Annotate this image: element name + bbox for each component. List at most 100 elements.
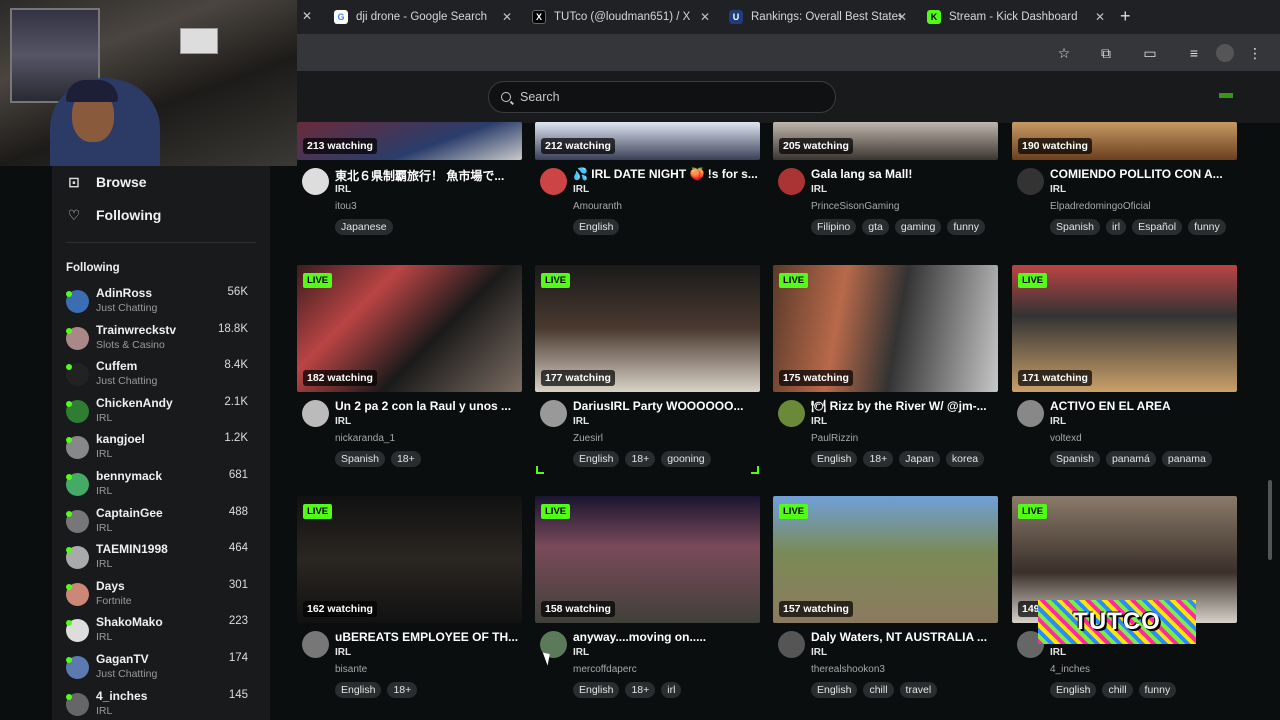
stream-category[interactable]: IRL <box>335 184 351 195</box>
stream-thumbnail[interactable]: LIVE 175 watching <box>773 265 998 392</box>
stream-thumbnail[interactable]: LIVE 157 watching <box>773 496 998 623</box>
tag-chip[interactable]: gta <box>862 219 889 235</box>
streamer-name[interactable]: nickaranda_1 <box>335 433 395 444</box>
followed-channel[interactable]: Days Fortnite 301 <box>66 579 252 613</box>
tag-chip[interactable]: panama <box>1161 451 1212 467</box>
media-icon[interactable]: ≡ <box>1185 44 1203 62</box>
stream-thumbnail[interactable]: 205 watching <box>773 122 998 160</box>
followed-channel[interactable]: ChickenAndy IRL 2.1K <box>66 396 252 430</box>
stream-title[interactable]: COMIENDO POLLITO CON A... <box>1050 167 1235 181</box>
stream-thumbnail[interactable]: LIVE 177 watching <box>535 265 760 392</box>
menu-icon[interactable]: ⋮ <box>1246 44 1264 62</box>
extensions-icon[interactable]: ⧉ <box>1097 44 1115 62</box>
tag-chip[interactable]: English <box>335 682 382 698</box>
tag-chip[interactable]: 18+ <box>625 451 656 467</box>
toggle-indicator[interactable] <box>1219 93 1233 98</box>
tag-chip[interactable]: chill <box>1102 682 1133 698</box>
streamer-name[interactable]: Amouranth <box>573 201 622 212</box>
streamer-name[interactable]: mercoffdaperc <box>573 664 637 675</box>
streamer-avatar[interactable] <box>1017 400 1044 427</box>
stream-thumbnail[interactable]: 213 watching <box>297 122 522 160</box>
new-tab-icon[interactable]: + <box>1120 6 1131 27</box>
search-input[interactable]: Search <box>488 81 836 113</box>
tag-chip[interactable]: 18+ <box>387 682 418 698</box>
tag-chip[interactable]: gooning <box>661 451 711 467</box>
tab-rankings[interactable]: U Rankings: Overall Best States ✕ <box>721 4 911 30</box>
streamer-avatar[interactable] <box>540 168 567 195</box>
stream-category[interactable]: IRL <box>573 184 589 195</box>
stream-thumbnail[interactable]: LIVE 182 watching <box>297 265 522 392</box>
tag-chip[interactable]: chill <box>863 682 894 698</box>
stream-title[interactable]: Un 2 pa 2 con la Raul y unos ... <box>335 399 520 413</box>
tag-chip[interactable]: funny <box>1138 682 1177 698</box>
stream-category[interactable]: IRL <box>811 184 827 195</box>
streamer-avatar[interactable] <box>778 631 805 658</box>
stream-thumbnail[interactable]: 212 watching <box>535 122 760 160</box>
nav-following[interactable]: ♡ Following <box>66 204 162 226</box>
streamer-name[interactable]: 4_inches <box>1050 664 1090 675</box>
page-scrollbar[interactable] <box>1268 480 1272 560</box>
tag-chip[interactable]: Spanish <box>335 451 385 467</box>
streamer-name[interactable]: itou3 <box>335 201 357 212</box>
tag-chip[interactable]: Español <box>1132 219 1183 235</box>
streamer-avatar[interactable] <box>302 631 329 658</box>
streamer-name[interactable]: PrinceSisonGaming <box>811 201 899 212</box>
stream-title[interactable]: ACTIVO EN EL AREA <box>1050 399 1235 413</box>
close-icon[interactable]: ✕ <box>302 9 312 23</box>
stream-thumbnail[interactable]: LIVE 171 watching <box>1012 265 1237 392</box>
streamer-avatar[interactable] <box>778 168 805 195</box>
tag-chip[interactable]: English <box>811 451 858 467</box>
streamer-name[interactable]: therealshookon3 <box>811 664 885 675</box>
stream-title[interactable]: 💦 IRL DATE NIGHT 🍑 !s for s... <box>573 167 758 181</box>
stream-category[interactable]: IRL <box>573 416 589 427</box>
followed-channel[interactable]: bennymack IRL 681 <box>66 469 252 503</box>
followed-channel[interactable]: GaganTV Just Chatting 174 <box>66 652 252 686</box>
tag-chip[interactable]: 18+ <box>390 451 421 467</box>
tag-chip[interactable]: Spanish <box>1050 219 1100 235</box>
tab-kick-dashboard[interactable]: K Stream - Kick Dashboard ✕ <box>919 4 1109 30</box>
tag-chip[interactable]: English <box>573 219 620 235</box>
close-icon[interactable]: ✕ <box>1095 10 1105 24</box>
nav-browse[interactable]: ⊡ Browse <box>66 171 146 193</box>
tag-chip[interactable]: English <box>811 682 858 698</box>
followed-channel[interactable]: CaptainGee IRL 488 <box>66 506 252 540</box>
stream-title[interactable]: 🍽 Rizz by the River W/ @jm-... <box>811 399 996 413</box>
streamer-name[interactable]: PaulRizzin <box>811 433 858 444</box>
close-icon[interactable]: ✕ <box>502 10 512 24</box>
followed-channel[interactable]: kangjoel IRL 1.2K <box>66 432 252 466</box>
streamer-avatar[interactable] <box>302 168 329 195</box>
stream-title[interactable]: Gala lang sa Mall! <box>811 167 996 181</box>
tag-chip[interactable]: English <box>1050 682 1097 698</box>
stream-title[interactable]: 東北６県制覇旅行！ 魚市場で... <box>335 167 520 184</box>
tag-chip[interactable]: Spanish <box>1050 451 1100 467</box>
followed-channel[interactable]: 4_inches IRL 145 <box>66 689 252 720</box>
streamer-avatar[interactable] <box>778 400 805 427</box>
tag-chip[interactable]: korea <box>945 451 985 467</box>
tab-google-search[interactable]: G dji drone - Google Search ✕ <box>326 4 516 30</box>
tag-chip[interactable]: 18+ <box>863 451 894 467</box>
followed-channel[interactable]: Cuffem Just Chatting 8.4K <box>66 359 252 393</box>
tag-chip[interactable]: irl <box>1105 219 1127 235</box>
followed-channel[interactable]: TAEMIN1998 IRL 464 <box>66 542 252 576</box>
streamer-name[interactable]: voltexd <box>1050 433 1082 444</box>
cast-icon[interactable]: ▭ <box>1141 44 1159 62</box>
stream-thumbnail[interactable]: LIVE 158 watching <box>535 496 760 623</box>
tag-chip[interactable]: panamá <box>1105 451 1156 467</box>
tag-chip[interactable]: funny <box>1188 219 1226 235</box>
stream-thumbnail[interactable]: 190 watching <box>1012 122 1237 160</box>
tag-chip[interactable]: English <box>573 682 620 698</box>
stream-title[interactable]: DariusIRL Party WOOOOOO... <box>573 399 758 413</box>
tag-chip[interactable]: Japanese <box>335 219 393 235</box>
profile-avatar[interactable] <box>1216 44 1234 62</box>
tag-chip[interactable]: 18+ <box>625 682 656 698</box>
star-icon[interactable]: ☆ <box>1055 44 1073 62</box>
tag-chip[interactable]: English <box>573 451 620 467</box>
streamer-name[interactable]: ElpadredomingoOficial <box>1050 201 1151 212</box>
followed-channel[interactable]: AdinRoss Just Chatting 56K <box>66 286 252 320</box>
streamer-avatar[interactable] <box>302 400 329 427</box>
streamer-name[interactable]: bisante <box>335 664 367 675</box>
tag-chip[interactable]: gaming <box>894 219 942 235</box>
tag-chip[interactable]: funny <box>947 219 986 235</box>
stream-category[interactable]: IRL <box>811 647 827 658</box>
stream-category[interactable]: IRL <box>1050 416 1066 427</box>
